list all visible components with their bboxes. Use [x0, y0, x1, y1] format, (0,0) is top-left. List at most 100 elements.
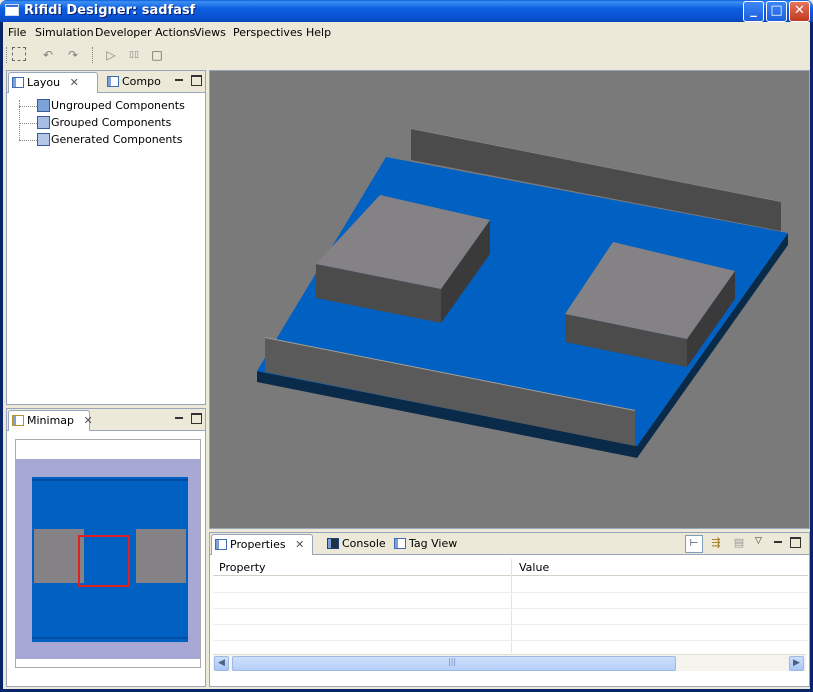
table-row: [213, 593, 808, 609]
layout-minimize-button[interactable]: [174, 75, 185, 86]
minimap-canvas[interactable]: [15, 439, 201, 668]
properties-minimize-button[interactable]: [773, 537, 784, 548]
tab-layout-label: Layou: [27, 76, 61, 89]
chevron-right-icon: ▶: [793, 658, 800, 668]
toolbar-grip[interactable]: [6, 47, 8, 63]
restore-defaults-button[interactable]: ▤: [731, 536, 747, 552]
tab-components[interactable]: Compo: [104, 72, 164, 93]
column-property[interactable]: Property: [219, 561, 266, 574]
layout-tree: Ungrouped Components Grouped Components …: [15, 98, 185, 149]
rotate-right-icon: ↷: [67, 48, 79, 62]
minimize-icon: _: [750, 3, 757, 18]
properties-maximize-button[interactable]: [790, 537, 801, 548]
menu-file[interactable]: File: [8, 26, 26, 39]
properties-table: Property Value: [213, 559, 808, 653]
menu-bar: File Simulation Developer Actions Views …: [3, 22, 810, 43]
components-view-icon: [107, 76, 119, 87]
minimap-box-left: [34, 529, 84, 583]
minimap-minimize-button[interactable]: [174, 413, 185, 424]
window-title: Rifidi Designer: sadfasf: [24, 3, 196, 18]
console-view-icon: [327, 538, 339, 549]
menu-help[interactable]: Help: [306, 26, 331, 39]
rotate-left-icon: ↶: [42, 48, 54, 62]
tab-console-label: Console: [342, 537, 386, 550]
stop-button[interactable]: □: [149, 47, 165, 63]
rotate-right-button[interactable]: ↷: [65, 47, 81, 63]
categories-button[interactable]: ⊢: [685, 535, 703, 553]
client-area: File Simulation Developer Actions Views …: [3, 22, 810, 689]
tab-minimap[interactable]: Minimap ✕: [8, 410, 93, 431]
pause-icon: ▯▯: [129, 50, 139, 60]
menu-simulation[interactable]: Simulation: [35, 26, 94, 39]
tab-properties[interactable]: Properties ✕: [211, 534, 313, 555]
tree-categories-icon: ⊢: [689, 538, 699, 549]
pause-button[interactable]: ▯▯: [126, 47, 142, 63]
menu-views[interactable]: Views: [194, 26, 226, 39]
tab-layout-close-icon[interactable]: ✕: [70, 76, 79, 89]
generated-components-icon: [37, 133, 50, 146]
horizontal-scrollbar[interactable]: ◀ ▶: [213, 654, 806, 671]
properties-panel: Properties ✕ Console Tag View ⊢ ⇶ ▤ ▽ Pr…: [209, 532, 810, 687]
play-button[interactable]: ▷: [103, 47, 119, 63]
tab-minimap-label: Minimap: [27, 414, 75, 427]
scene-svg: [210, 71, 809, 528]
tree-item-generated-label: Generated Components: [51, 133, 183, 146]
toolbar-separator: [92, 47, 94, 63]
minimap-maximize-button[interactable]: [191, 413, 202, 424]
scroll-right-button[interactable]: ▶: [789, 656, 804, 671]
view-menu-button[interactable]: ▽: [755, 536, 762, 546]
tab-console[interactable]: Console: [324, 534, 388, 555]
3d-viewport[interactable]: [209, 70, 810, 529]
tree-item-ungrouped-label: Ungrouped Components: [51, 99, 185, 112]
toolbar: ↶ ↷ ▷ ▯▯ □: [3, 45, 810, 67]
tab-properties-label: Properties: [230, 538, 286, 551]
filter-advanced-button[interactable]: ⇶: [708, 536, 724, 552]
scroll-left-button[interactable]: ◀: [214, 656, 229, 671]
table-row: [213, 625, 808, 641]
menu-developer-actions[interactable]: Developer Actions: [95, 26, 195, 39]
table-row: [213, 609, 808, 625]
tab-components-label: Compo: [122, 75, 161, 88]
tree-item-generated[interactable]: Generated Components: [15, 132, 185, 149]
minimap-box-right: [136, 529, 186, 583]
layout-panel-header: Layou ✕ Compo: [7, 71, 205, 93]
layout-view-icon: [12, 77, 24, 88]
tree-item-grouped[interactable]: Grouped Components: [15, 115, 185, 132]
layout-maximize-button[interactable]: [191, 75, 202, 86]
tab-layout[interactable]: Layou ✕: [8, 72, 98, 93]
minimize-button[interactable]: _: [743, 1, 764, 22]
chevron-left-icon: ◀: [218, 658, 225, 668]
properties-view-icon: [215, 539, 227, 550]
minimap-view-icon: [12, 415, 24, 426]
minimap-svg: [16, 459, 200, 659]
tab-minimap-close-icon[interactable]: ✕: [84, 414, 93, 427]
layout-panel: Layou ✕ Compo Ungrouped Components Group…: [6, 70, 206, 405]
tree-item-grouped-label: Grouped Components: [51, 116, 172, 129]
maximize-icon: □: [770, 3, 783, 18]
tab-properties-close-icon[interactable]: ✕: [295, 538, 304, 551]
filter-icon: ⇶: [711, 536, 721, 549]
play-icon: ▷: [106, 48, 116, 62]
column-value[interactable]: Value: [519, 561, 549, 574]
minimap-panel: Minimap ✕: [6, 408, 206, 687]
grid-button[interactable]: [12, 47, 26, 61]
tag-view-icon: [394, 538, 406, 549]
tab-tag-view[interactable]: Tag View: [391, 534, 461, 555]
rotate-left-button[interactable]: ↶: [40, 47, 56, 63]
restore-defaults-icon: ▤: [733, 536, 745, 549]
tab-tag-view-label: Tag View: [409, 537, 458, 550]
close-button[interactable]: ✕: [789, 1, 810, 22]
application-window: Rifidi Designer: sadfasf _ □ ✕ File Simu…: [0, 0, 813, 692]
close-icon: ✕: [794, 3, 805, 18]
app-icon: [5, 4, 19, 16]
properties-panel-header: Properties ✕ Console Tag View ⊢ ⇶ ▤ ▽: [210, 533, 809, 555]
minimap-panel-header: Minimap ✕: [7, 409, 205, 431]
title-bar: Rifidi Designer: sadfasf _ □ ✕: [0, 0, 813, 22]
stop-icon: □: [151, 48, 163, 62]
ungrouped-components-icon: [37, 99, 50, 112]
table-row: [213, 577, 808, 593]
maximize-button[interactable]: □: [766, 1, 787, 22]
tree-item-ungrouped[interactable]: Ungrouped Components: [15, 98, 185, 115]
menu-perspectives[interactable]: Perspectives: [233, 26, 302, 39]
scroll-thumb[interactable]: [232, 656, 676, 671]
